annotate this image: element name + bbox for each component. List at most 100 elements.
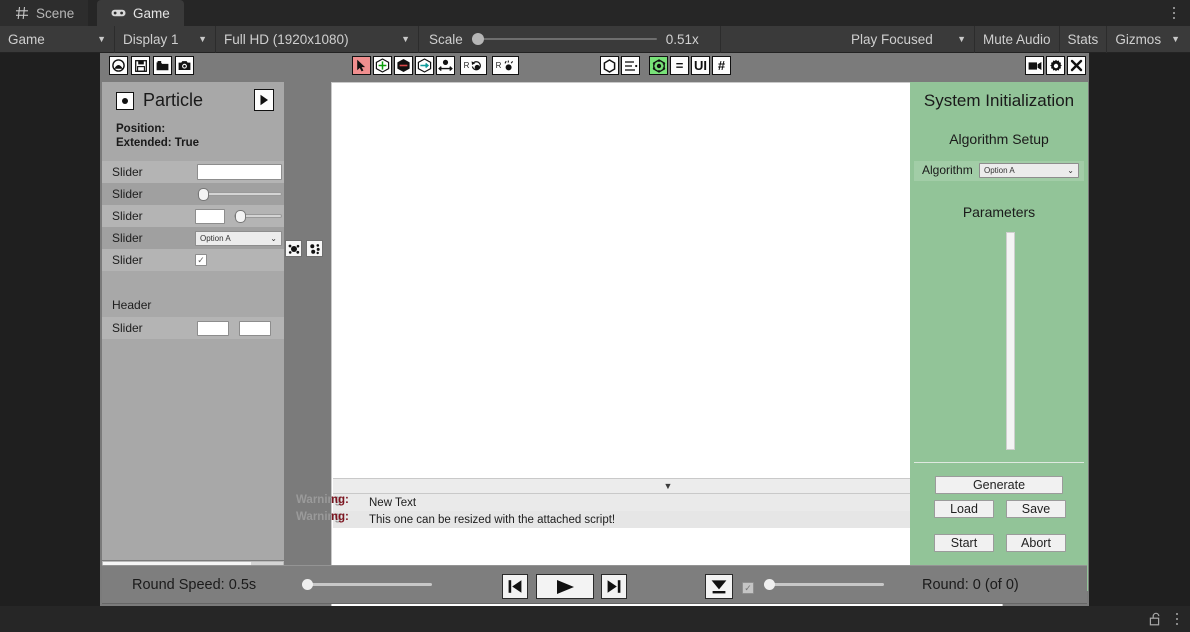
- ui-icon[interactable]: UI: [691, 56, 710, 75]
- folder-icon[interactable]: [153, 56, 172, 75]
- target-dropdown[interactable]: Game ▼: [0, 25, 115, 53]
- scale-slider-knob[interactable]: [471, 33, 484, 45]
- round-speed-slider[interactable]: [302, 579, 432, 590]
- kebab-menu-icon[interactable]: [1175, 612, 1178, 626]
- gamepad-icon: [111, 6, 126, 21]
- panel-subtitle: Algorithm Setup: [949, 131, 1049, 147]
- algorithm-dropdown[interactable]: Option A ⌄: [979, 163, 1079, 178]
- abort-button[interactable]: Abort: [1006, 534, 1066, 552]
- load-button[interactable]: Load: [934, 500, 994, 518]
- row-textfield-0[interactable]: [197, 164, 282, 180]
- mute-audio-button[interactable]: Mute Audio: [975, 25, 1060, 53]
- mute-audio-label: Mute Audio: [983, 31, 1051, 47]
- scale-icon[interactable]: [415, 56, 434, 75]
- chevron-down-icon: ⌄: [270, 234, 277, 243]
- snap-icon[interactable]: [649, 56, 668, 75]
- unity-game-view: Scene Game Game ▼ Display 1 ▼ Full HD (1…: [0, 0, 1190, 632]
- panel-row-slider-2[interactable]: Slider: [102, 205, 284, 227]
- cursor-icon[interactable]: [352, 56, 371, 75]
- resolution-dropdown-label: Full HD (1920x1080): [224, 31, 349, 47]
- home-icon[interactable]: [109, 56, 128, 75]
- footer-textfield-a[interactable]: [197, 321, 229, 336]
- camera-icon[interactable]: [175, 56, 194, 75]
- equals-icon[interactable]: =: [670, 56, 689, 75]
- game-view-toolbar: Game ▼ Display 1 ▼ Full HD (1920x1080) ▼…: [0, 25, 1190, 53]
- particle-info-line-0: Position:: [116, 123, 166, 135]
- display-dropdown[interactable]: Display 1 ▼: [115, 25, 216, 53]
- playback-secondary-slider[interactable]: [764, 579, 884, 590]
- parameters-scrollbar[interactable]: [1006, 232, 1015, 450]
- system-initialization-panel: System Initialization Algorithm Setup Al…: [910, 82, 1088, 591]
- hexagon-icon[interactable]: [600, 56, 619, 75]
- tab-scene[interactable]: Scene: [0, 0, 89, 26]
- particle-panel-header: Particle Position: Extended: True: [102, 82, 284, 161]
- playback-secondary-slider-knob[interactable]: [764, 579, 775, 590]
- row-textfield-2[interactable]: [195, 209, 225, 224]
- gear-icon[interactable]: [1046, 56, 1065, 75]
- particle-panel: Particle Position: Extended: True Slider…: [102, 82, 284, 560]
- chevron-down-icon: ▼: [957, 34, 966, 44]
- scale-control[interactable]: Scale 0.51x: [419, 25, 721, 53]
- gizmos-button[interactable]: Gizmos: [1107, 26, 1165, 53]
- particle-info: Position: Extended: True: [116, 123, 199, 150]
- play-icon[interactable]: [536, 574, 594, 599]
- grid-icon: [14, 6, 29, 21]
- row-slider-1[interactable]: [197, 188, 282, 201]
- gizmos-dropdown[interactable]: ▼: [1165, 26, 1190, 53]
- save-button[interactable]: Save: [1006, 500, 1066, 518]
- row-slider-2-knob[interactable]: [235, 210, 246, 223]
- chevron-down-icon: ▼: [198, 34, 207, 44]
- grid-hash-icon[interactable]: #: [712, 56, 731, 75]
- panel-row-slider-0[interactable]: Slider: [102, 161, 284, 183]
- panel-row-slider-4[interactable]: Slider ✓: [102, 249, 284, 271]
- panel-row-slider-1[interactable]: Slider: [102, 183, 284, 205]
- skip-next-icon[interactable]: [601, 574, 627, 599]
- particle-info-line-1: Extended: True: [116, 136, 200, 149]
- generate-button[interactable]: Generate: [935, 476, 1063, 494]
- round-speed-slider-knob[interactable]: [302, 579, 313, 590]
- stats-button[interactable]: Stats: [1060, 25, 1108, 53]
- particle-title-group: Particle: [116, 90, 203, 111]
- particle-scatter-icon[interactable]: [306, 240, 323, 257]
- particle-burst-icon[interactable]: [285, 240, 302, 257]
- kebab-menu-icon[interactable]: [1166, 4, 1182, 22]
- download-icon[interactable]: [705, 574, 733, 599]
- resolution-dropdown[interactable]: Full HD (1920x1080) ▼: [216, 25, 419, 53]
- rotate-left-prefix: R: [463, 61, 470, 70]
- row-slider-1-knob[interactable]: [198, 188, 209, 201]
- rotate-icon[interactable]: [394, 56, 413, 75]
- parameters-label: Parameters: [962, 204, 1036, 220]
- playback-checkbox[interactable]: ✓: [742, 582, 754, 594]
- video-camera-icon[interactable]: [1025, 56, 1044, 75]
- row-checkbox-4[interactable]: ✓: [195, 254, 207, 266]
- skip-previous-icon[interactable]: [502, 574, 528, 599]
- anchor-icon[interactable]: [436, 56, 455, 75]
- save-icon[interactable]: [131, 56, 150, 75]
- row-dropdown-3[interactable]: Option A ⌄: [195, 231, 282, 246]
- panel-row-footer[interactable]: Slider: [102, 317, 284, 339]
- unlock-icon[interactable]: [1149, 612, 1162, 626]
- play-focused-dropdown[interactable]: Play Focused ▼: [843, 25, 975, 53]
- panel-gap: [102, 271, 284, 293]
- close-icon[interactable]: [1067, 56, 1086, 75]
- panel-divider: [914, 462, 1084, 463]
- start-button[interactable]: Start: [934, 534, 994, 552]
- rotate-right-prefix: R: [495, 61, 502, 70]
- move-icon[interactable]: [373, 56, 392, 75]
- rotate-right-icon[interactable]: R: [492, 56, 519, 75]
- scale-slider[interactable]: [471, 33, 657, 45]
- panel-row-slider-3[interactable]: Slider Option A ⌄: [102, 227, 284, 249]
- footer-textfield-b[interactable]: [239, 321, 271, 336]
- tab-game[interactable]: Game: [97, 0, 184, 26]
- rotate-left-icon[interactable]: R: [460, 56, 487, 75]
- log-row-0[interactable]: New Text: [333, 494, 1003, 511]
- list-icon[interactable]: [621, 56, 640, 75]
- scale-label: Scale: [429, 31, 463, 47]
- particle-title: Particle: [143, 90, 204, 110]
- log-row-1[interactable]: This one can be resized with the attache…: [333, 511, 1003, 528]
- row-slider-2[interactable]: [234, 210, 282, 223]
- in-game-toolbar: R R = UI #: [100, 53, 1089, 78]
- center-collapse-bar[interactable]: ▼: [333, 478, 1003, 494]
- playback-bar: Round Speed: 0.5s ✓ Round: 0 (of 0): [102, 565, 1087, 604]
- play-triangle-icon[interactable]: [254, 89, 274, 111]
